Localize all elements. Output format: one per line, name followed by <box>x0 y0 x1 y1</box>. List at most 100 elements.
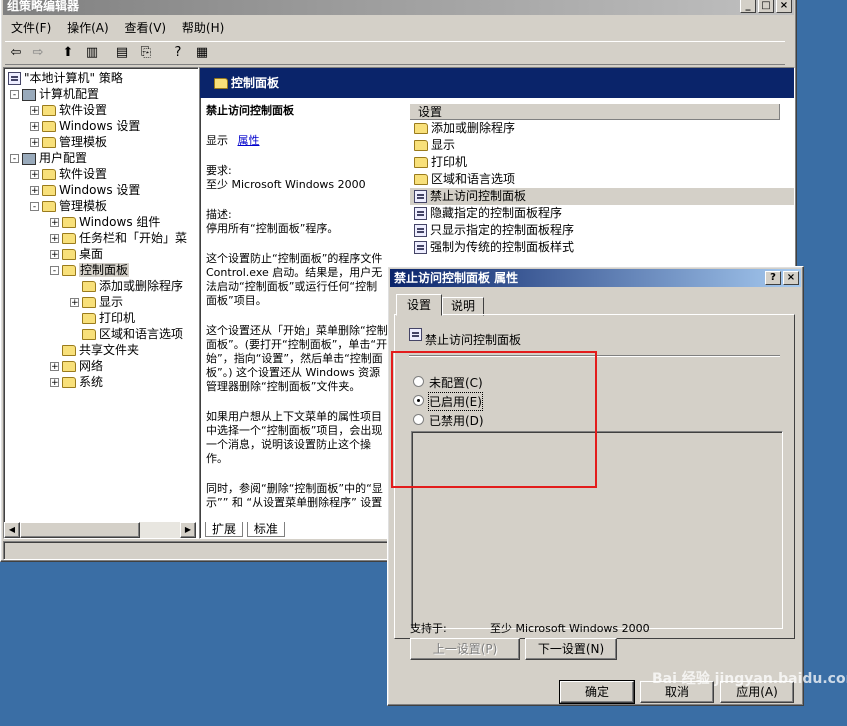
expand-icon[interactable]: + <box>30 170 39 180</box>
dialog-close-button[interactable]: × <box>783 271 799 285</box>
folder-icon <box>42 185 56 196</box>
dialog-help-button[interactable]: ? <box>765 271 781 285</box>
expand-icon[interactable]: + <box>50 218 59 228</box>
tree-pane[interactable]: "本地计算机" 策略 - 计算机配置 + 软件设置 + Windows 设置 + 管理模… <box>3 67 199 539</box>
menu-action[interactable]: 操作(A) <box>61 18 115 38</box>
expand-icon[interactable]: + <box>50 378 59 388</box>
menu-file[interactable]: 文件(F) <box>5 18 57 38</box>
expand-icon[interactable]: + <box>30 138 39 148</box>
tree-desktop[interactable]: + 桌面 <box>50 246 103 262</box>
tree-cc-windows[interactable]: + Windows 设置 <box>30 118 140 134</box>
minimize-button[interactable]: _ <box>740 0 756 13</box>
menu-help[interactable]: 帮助(H) <box>176 18 230 38</box>
tree-uc-software[interactable]: + 软件设置 <box>30 166 107 182</box>
tree-cc-admin[interactable]: + 管理模板 <box>30 134 107 150</box>
window-title: 组策略编辑器 <box>7 0 80 13</box>
list-item[interactable]: 隐藏指定的控制面板程序 <box>410 205 794 222</box>
maximize-button[interactable]: □ <box>758 0 774 13</box>
policy-setting-icon <box>414 224 427 237</box>
scroll-left-icon[interactable]: ◀ <box>4 522 20 538</box>
folder-icon <box>42 169 56 180</box>
folder-icon <box>214 78 228 89</box>
tree-user-config[interactable]: - 用户配置 <box>10 150 87 166</box>
tree-uc-admin[interactable]: - 管理模板 <box>30 198 107 214</box>
tree-add-remove[interactable]: 添加或删除程序 <box>70 278 183 294</box>
list-item[interactable]: 添加或删除程序 <box>410 120 794 137</box>
prev-setting-button[interactable]: 上一设置(P) <box>410 638 520 660</box>
folder-icon <box>62 233 76 244</box>
folder-icon <box>62 249 76 260</box>
expand-icon[interactable]: + <box>50 250 59 260</box>
folder-icon <box>82 297 96 308</box>
back-arrow-icon[interactable]: ⇦ <box>5 42 27 64</box>
supported-label: 支持于: <box>410 622 447 635</box>
list-item-selected[interactable]: 禁止访问控制面板 <box>410 188 794 205</box>
tree-root[interactable]: "本地计算机" 策略 <box>8 70 123 86</box>
expand-icon[interactable]: + <box>50 234 59 244</box>
tree-display[interactable]: + 显示 <box>70 294 123 310</box>
tree-network[interactable]: + 网络 <box>50 358 103 374</box>
tab-extended[interactable]: 扩展 <box>205 522 244 537</box>
supported-value: 至少 Microsoft Windows 2000 <box>490 622 650 635</box>
list-item[interactable]: 区域和语言选项 <box>410 171 794 188</box>
properties-link[interactable]: 属性 <box>238 134 260 147</box>
dialog-title: 禁止访问控制面板 属性 <box>394 271 519 285</box>
tree-printers[interactable]: 打印机 <box>70 310 135 326</box>
tree-cc-software[interactable]: + 软件设置 <box>30 102 107 118</box>
expand-icon[interactable]: + <box>30 122 39 132</box>
collapse-icon[interactable]: - <box>10 90 19 100</box>
dialog-titlebar[interactable]: 禁止访问控制面板 属性 ? × <box>390 269 801 287</box>
tree-taskbar[interactable]: + 任务栏和「开始」菜 <box>50 230 187 246</box>
tree-regional[interactable]: 区域和语言选项 <box>70 326 183 342</box>
up-folder-icon[interactable]: ⬆ <box>57 42 79 64</box>
folder-icon <box>414 140 428 151</box>
ok-button[interactable]: 确定 <box>559 680 635 704</box>
collapse-icon[interactable]: - <box>10 154 19 164</box>
open-folder-icon <box>62 265 76 276</box>
next-setting-button[interactable]: 下一设置(N) <box>525 638 617 660</box>
tree-hscrollbar[interactable]: ◀ ▶ <box>4 522 196 538</box>
details-header: 控制面板 <box>200 68 794 98</box>
folder-icon <box>62 345 76 356</box>
folder-icon <box>62 217 76 228</box>
folder-icon <box>42 105 56 116</box>
scroll-right-icon[interactable]: ▶ <box>180 522 196 538</box>
main-titlebar[interactable]: 组策略编辑器 _ □ × <box>3 0 794 15</box>
tree-system[interactable]: + 系统 <box>50 374 103 390</box>
tab-standard[interactable]: 标准 <box>246 522 285 537</box>
scroll-thumb[interactable] <box>20 522 140 538</box>
tree-windows-components[interactable]: + Windows 组件 <box>50 214 160 230</box>
show-tree-icon[interactable]: ▥ <box>81 42 103 64</box>
list-item[interactable]: 打印机 <box>410 154 794 171</box>
collapse-icon[interactable]: - <box>50 266 59 276</box>
properties-icon[interactable]: ▤ <box>111 42 133 64</box>
help-icon[interactable]: ? <box>167 42 189 64</box>
tree-uc-windows[interactable]: + Windows 设置 <box>30 182 140 198</box>
close-button[interactable]: × <box>776 0 792 13</box>
menu-view[interactable]: 查看(V) <box>119 18 173 38</box>
list-item[interactable]: 显示 <box>410 137 794 154</box>
expand-icon[interactable]: + <box>30 186 39 196</box>
menu-bar: 文件(F) 操作(A) 查看(V) 帮助(H) <box>5 18 230 38</box>
description-panel: 禁止访问控制面板 显示 属性 要求: 至少 Microsoft Windows … <box>206 104 388 509</box>
folder-icon <box>414 123 428 134</box>
console-tree-icon[interactable]: ▦ <box>191 42 213 64</box>
policy-root-icon <box>8 72 21 85</box>
list-item[interactable]: 强制为传统的控制面板样式 <box>410 239 794 256</box>
tree-computer-config[interactable]: - 计算机配置 <box>10 86 99 102</box>
expand-icon[interactable]: + <box>30 106 39 116</box>
expand-icon[interactable]: + <box>70 298 79 308</box>
policy-setting-icon <box>414 207 427 220</box>
tree-control-panel[interactable]: - 控制面板 <box>50 262 130 278</box>
export-list-icon[interactable]: ⎘ <box>135 42 157 64</box>
folder-icon <box>414 174 428 185</box>
folder-icon <box>42 121 56 132</box>
forward-arrow-icon[interactable]: ⇨ <box>27 42 49 64</box>
list-item[interactable]: 只显示指定的控制面板程序 <box>410 222 794 239</box>
collapse-icon[interactable]: - <box>30 202 39 212</box>
expand-icon[interactable]: + <box>50 362 59 372</box>
tree-shared-folders[interactable]: 共享文件夹 <box>50 342 139 358</box>
properties-dialog: 禁止访问控制面板 属性 ? × 设置 说明 禁止访问控制面板 未配置(C) 已启… <box>387 266 804 706</box>
tab-settings[interactable]: 设置 <box>396 294 442 316</box>
list-column-header[interactable]: 设置 <box>410 104 780 120</box>
